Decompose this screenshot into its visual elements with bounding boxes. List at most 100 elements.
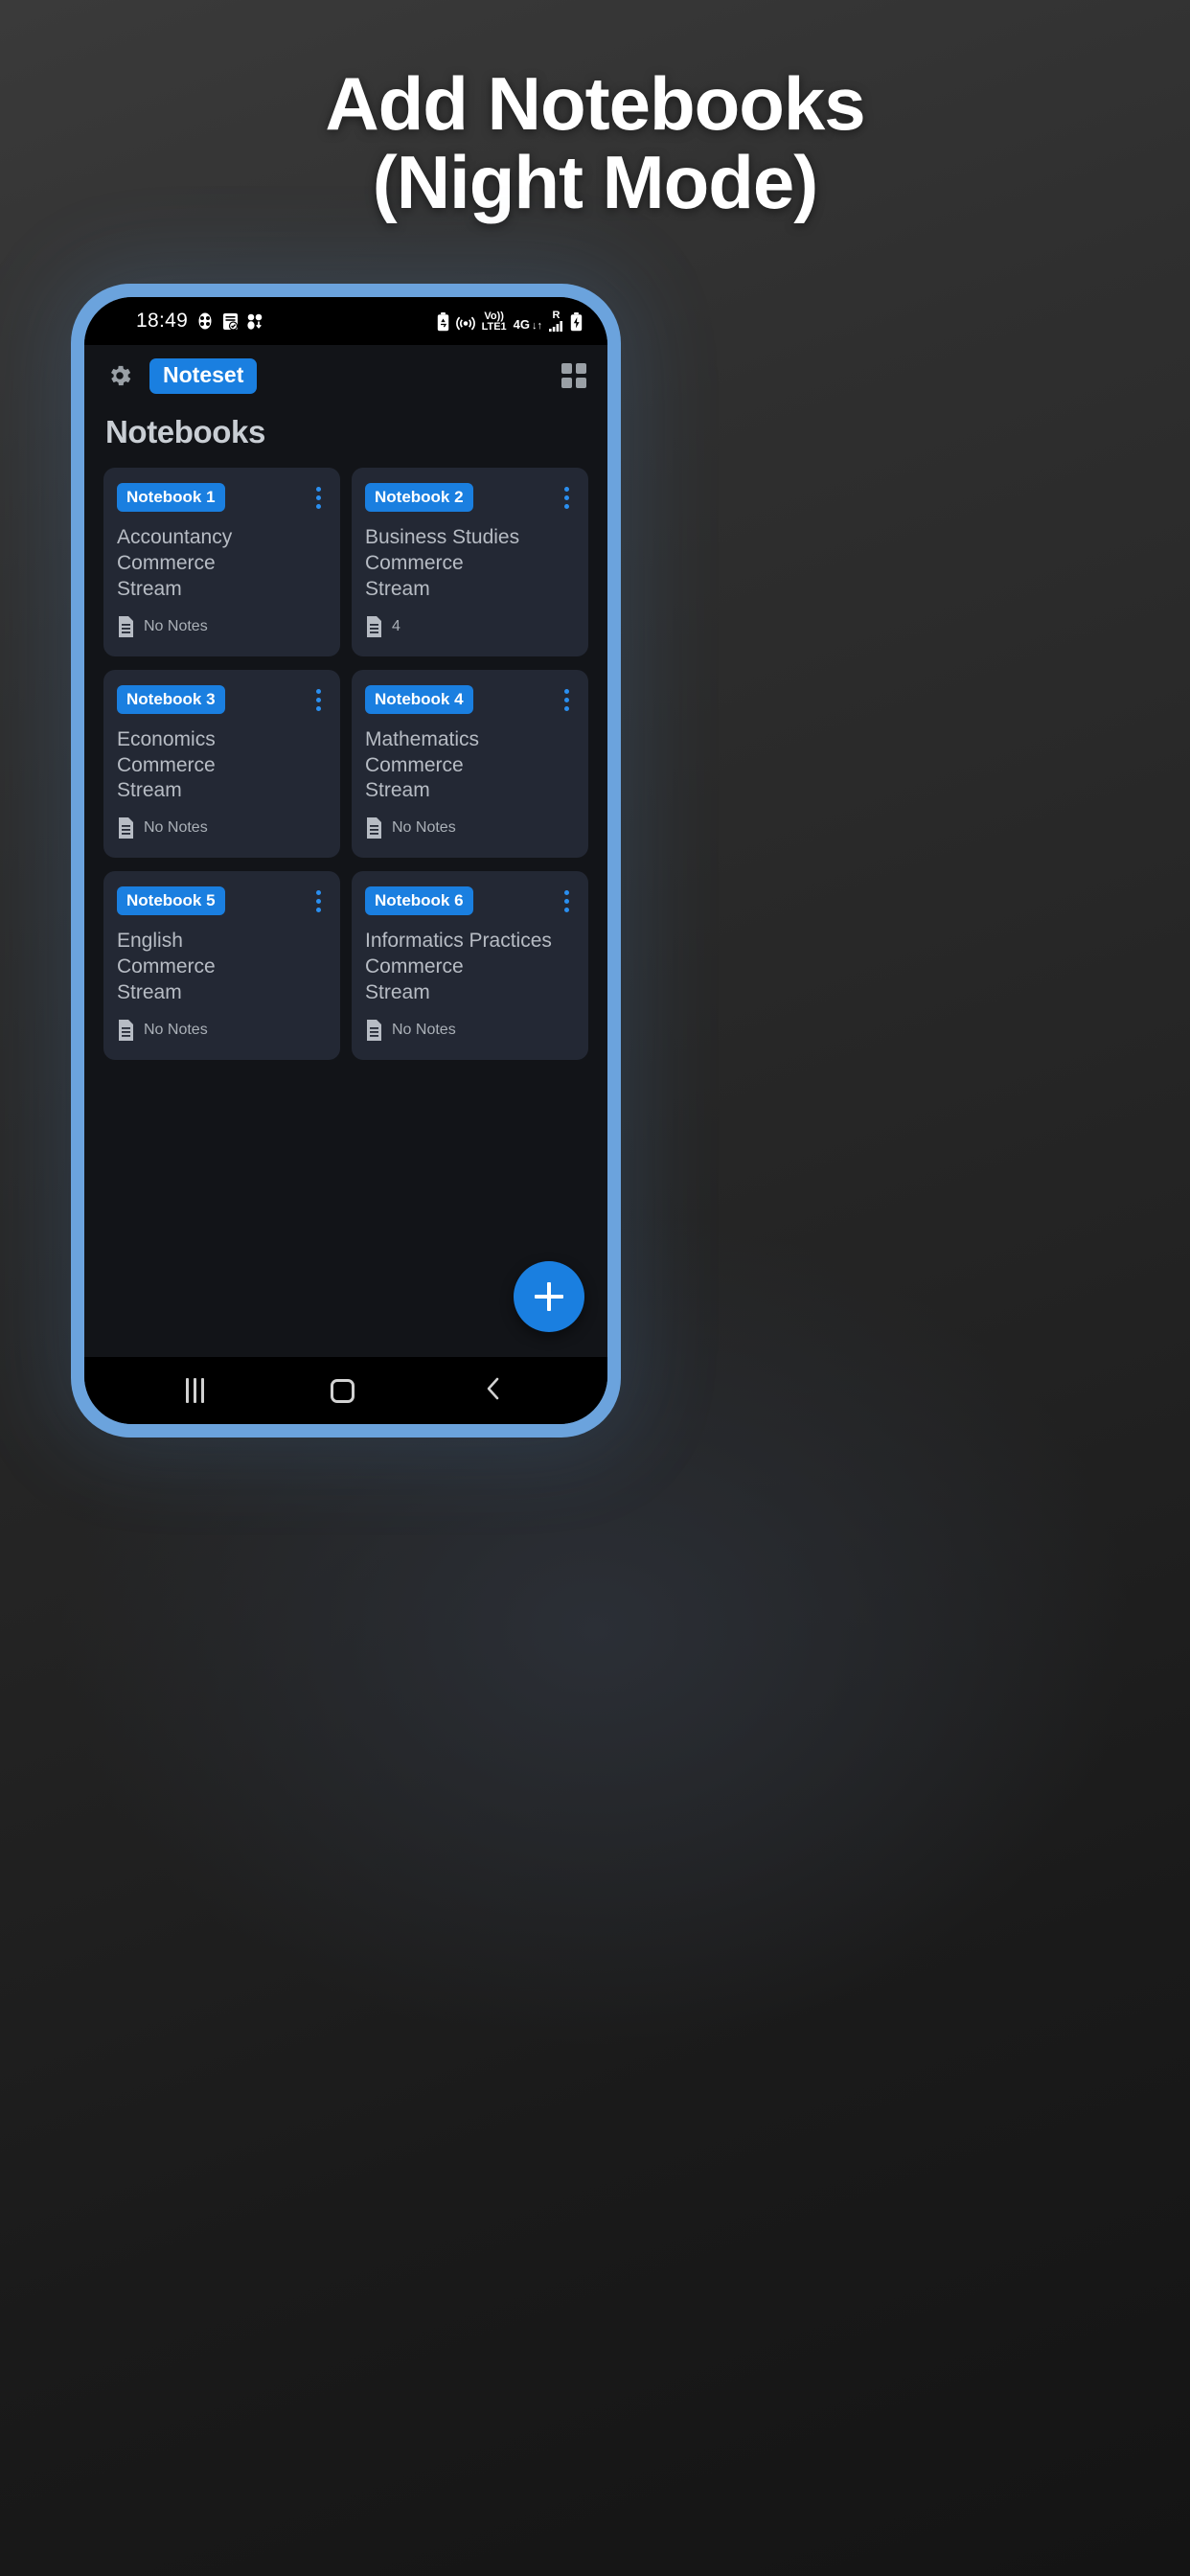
- note-count-label: No Notes: [392, 819, 456, 837]
- volte-indicator: Vo)) LTE1: [481, 310, 507, 333]
- notebook-chip[interactable]: Notebook 4: [365, 684, 473, 714]
- grid-view-toggle[interactable]: [561, 363, 586, 388]
- notebook-subject: Mathematics Commerce Stream: [365, 727, 575, 805]
- phone-frame: 18:49 Vo)) LTE1 4G ↓↑ R Noteset Notebook…: [71, 284, 621, 1438]
- roaming-indicator: R: [549, 310, 563, 332]
- signal-bars-icon: [549, 321, 562, 332]
- subject-name: Accountancy: [117, 526, 233, 548]
- note-count-label: No Notes: [144, 819, 208, 837]
- card-header: Notebook 3: [117, 684, 327, 714]
- card-overflow-menu-button[interactable]: [307, 886, 327, 913]
- note-count-label: No Notes: [144, 1021, 208, 1038]
- card-overflow-menu-button[interactable]: [555, 685, 575, 711]
- document-icon: [367, 615, 381, 637]
- network-indicator: 4G ↓↑: [514, 317, 542, 332]
- card-header: Notebook 4: [365, 684, 575, 714]
- promo-title: Add Notebooks (Night Mode): [0, 64, 1190, 224]
- note-count-row: No Notes: [117, 615, 327, 637]
- page-title: Notebooks: [105, 414, 265, 449]
- android-nav-bar: [84, 1357, 607, 1424]
- notebook-subject: Economics Commerce Stream: [117, 727, 327, 805]
- home-button[interactable]: [331, 1378, 355, 1403]
- volte-line2: LTE1: [481, 320, 507, 333]
- subject-name: Economics: [117, 727, 216, 750]
- back-button[interactable]: [481, 1375, 506, 1407]
- stream-line-1: Commerce: [117, 551, 216, 574]
- subject-name: Informatics Practices: [365, 930, 552, 953]
- recents-icon: [186, 1378, 189, 1403]
- phone-screen: 18:49 Vo)) LTE1 4G ↓↑ R Noteset Notebook…: [84, 297, 607, 1424]
- stream-line-2: Stream: [117, 981, 182, 1003]
- notebooks-grid: Notebook 1 Accountancy Commerce Stream N…: [103, 468, 588, 1060]
- notebook-chip[interactable]: Notebook 1: [117, 483, 225, 512]
- app-bar: Noteset: [84, 345, 607, 406]
- stream-line-2: Stream: [365, 981, 430, 1003]
- hotspot-icon: [455, 316, 475, 331]
- stream-line-1: Commerce: [117, 753, 216, 776]
- add-notebook-fab[interactable]: [514, 1261, 584, 1332]
- gear-icon: [111, 365, 131, 386]
- card-overflow-menu-button[interactable]: [555, 483, 575, 509]
- notebook-chip[interactable]: Notebook 5: [117, 886, 225, 916]
- card-header: Notebook 2: [365, 483, 575, 512]
- notebook-card[interactable]: Notebook 3 Economics Commerce Stream No …: [103, 669, 340, 859]
- note-count-row: No Notes: [117, 1019, 327, 1041]
- stream-line-1: Commerce: [365, 753, 464, 776]
- card-overflow-menu-button[interactable]: [307, 483, 327, 509]
- notebook-subject: Accountancy Commerce Stream: [117, 525, 327, 603]
- notebook-card[interactable]: Notebook 2 Business Studies Commerce Str…: [352, 468, 588, 656]
- note-count-label: No Notes: [392, 1021, 456, 1038]
- kebab-dot-icon: [564, 688, 569, 694]
- subject-name: Business Studies: [365, 526, 520, 548]
- document-icon: [119, 817, 133, 840]
- note-count-label: No Notes: [144, 617, 208, 634]
- notebook-chip[interactable]: Notebook 2: [365, 483, 473, 512]
- notebook-card[interactable]: Notebook 1 Accountancy Commerce Stream N…: [103, 468, 340, 656]
- note-count-row: No Notes: [117, 817, 327, 840]
- stream-line-2: Stream: [365, 779, 430, 802]
- promo-title-line1: Add Notebooks: [325, 61, 865, 146]
- stream-line-1: Commerce: [365, 551, 464, 574]
- notebook-subject: Business Studies Commerce Stream: [365, 525, 575, 603]
- card-overflow-menu-button[interactable]: [555, 886, 575, 913]
- back-icon: [487, 1377, 499, 1399]
- status-bar-right: Vo)) LTE1 4G ↓↑ R: [437, 310, 583, 332]
- battery-charging-icon: [570, 312, 583, 332]
- network-type-label: 4G: [513, 317, 530, 332]
- volte-line1: Vo)): [484, 310, 504, 323]
- subject-name: English: [117, 930, 183, 953]
- note-count-row: 4: [365, 615, 575, 637]
- note-count-label: 4: [392, 617, 400, 634]
- kebab-dot-icon: [564, 487, 569, 492]
- settings-button[interactable]: [105, 361, 134, 390]
- card-header: Notebook 5: [117, 886, 327, 916]
- kebab-dot-icon: [316, 890, 321, 896]
- stream-line-2: Stream: [117, 577, 182, 600]
- app-name-badge[interactable]: Noteset: [149, 357, 258, 394]
- document-icon: [119, 615, 133, 637]
- notebook-card[interactable]: Notebook 6 Informatics Practices Commerc…: [352, 871, 588, 1060]
- document-icon: [119, 1019, 133, 1041]
- grid-view-icon: [561, 363, 572, 374]
- status-bar: 18:49 Vo)) LTE1 4G ↓↑ R: [84, 297, 607, 345]
- status-bar-clock: 18:49: [136, 310, 189, 332]
- battery-recycle-icon: [437, 312, 448, 332]
- promo-title-line2: (Night Mode): [372, 139, 819, 224]
- stream-line-2: Stream: [365, 577, 430, 600]
- notebooks-screen: Notebooks Notebook 1 Accountancy Commerc…: [84, 406, 607, 1357]
- mask-icon: [198, 312, 212, 330]
- kebab-dot-icon: [316, 487, 321, 492]
- notebook-card[interactable]: Notebook 5 English Commerce Stream No No…: [103, 871, 340, 1060]
- card-header: Notebook 6: [365, 886, 575, 916]
- card-overflow-menu-button[interactable]: [307, 685, 327, 711]
- recents-button[interactable]: [186, 1378, 204, 1403]
- kebab-dot-icon: [316, 688, 321, 694]
- subject-name: Mathematics: [365, 727, 480, 750]
- notebook-chip[interactable]: Notebook 6: [365, 886, 473, 916]
- note-count-row: No Notes: [365, 817, 575, 840]
- data-arrows-icon: ↓↑: [532, 320, 542, 332]
- note-count-row: No Notes: [365, 1019, 575, 1041]
- notebook-chip[interactable]: Notebook 3: [117, 684, 225, 714]
- notebook-subject: English Commerce Stream: [117, 929, 327, 1006]
- notebook-card[interactable]: Notebook 4 Mathematics Commerce Stream N…: [352, 669, 588, 859]
